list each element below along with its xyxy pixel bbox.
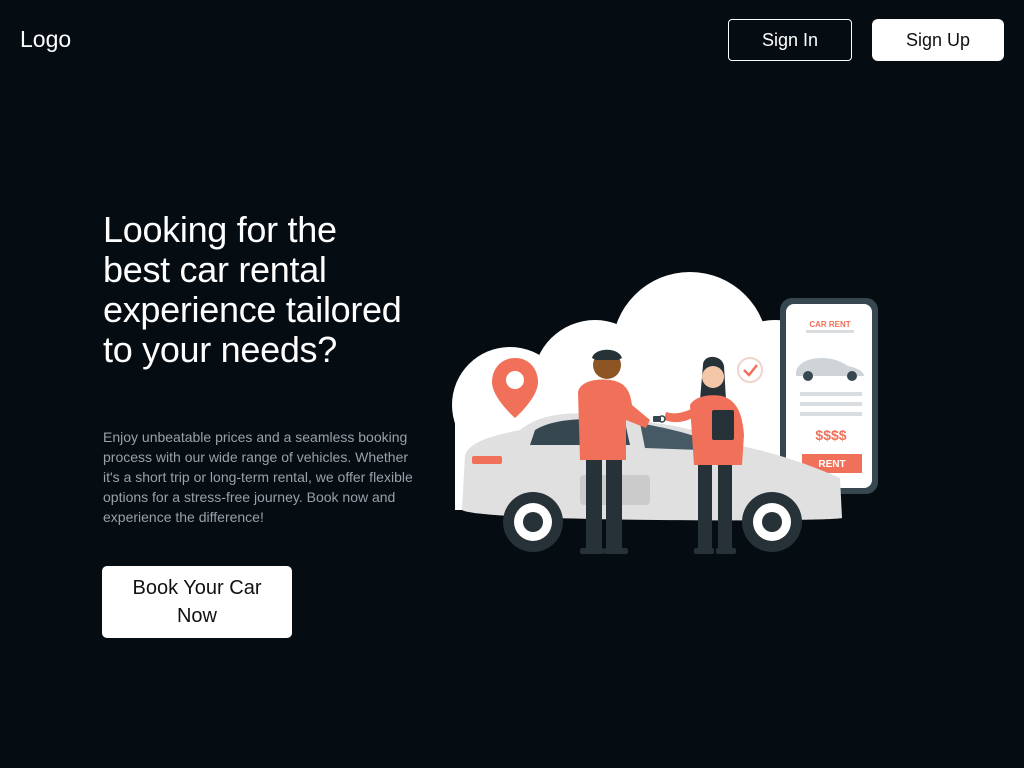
rent-button-text: RENT	[818, 459, 845, 470]
hero-description: Enjoy unbeatable prices and a seamless b…	[103, 429, 413, 525]
price-text: $$$$	[815, 427, 846, 443]
phone-header-text: CAR RENT	[809, 320, 850, 329]
check-icon	[737, 357, 763, 383]
sign-in-button[interactable]: Sign In	[728, 19, 852, 61]
book-car-button[interactable]: Book Your Car Now	[102, 566, 292, 638]
car-rental-illustration: CAR RENT $$$$ RENT	[452, 272, 878, 554]
sign-up-button[interactable]: Sign Up	[872, 19, 1004, 61]
hero-title: Looking for the best car rental experien…	[103, 209, 402, 370]
top-header: Logo Sign In Sign Up	[0, 0, 1024, 80]
logo[interactable]: Logo	[20, 26, 71, 53]
